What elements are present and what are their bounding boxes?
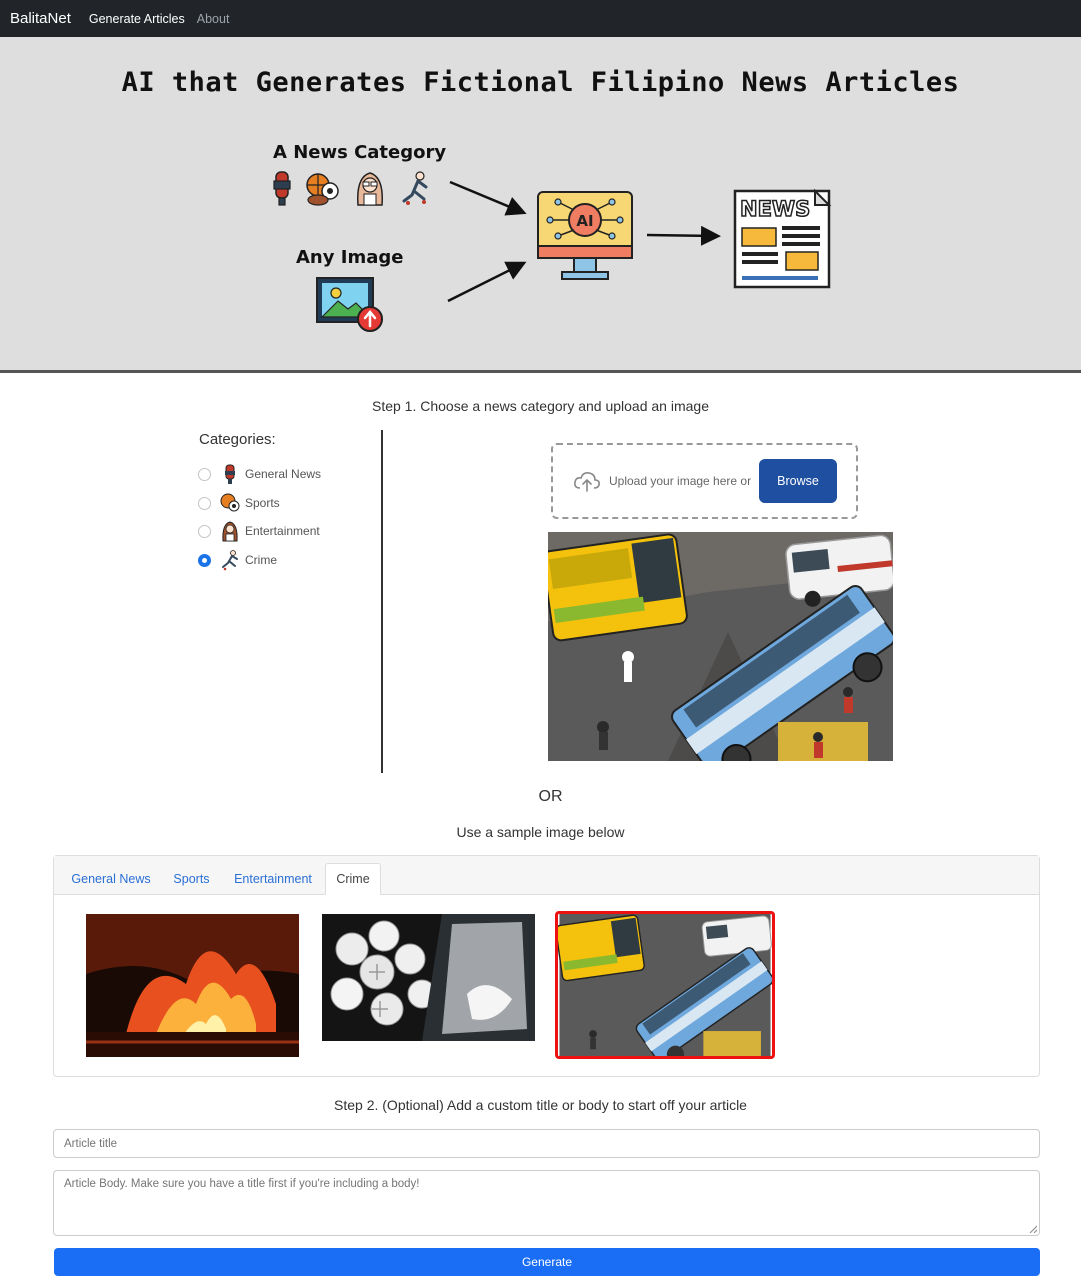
navbar: BalitaNet Generate Articles About [0, 0, 1081, 37]
image-upload-icon [316, 277, 383, 332]
categories-title: Categories: [199, 431, 276, 448]
celebrity-icon [357, 172, 383, 206]
svg-text:NEWS: NEWS [740, 197, 810, 221]
tab-crime[interactable]: Crime [325, 863, 381, 895]
ai-monitor-icon: AI [537, 191, 633, 280]
sample-tabs: General News Sports Entertainment Crime [54, 856, 1039, 895]
vertical-divider [381, 430, 383, 773]
category-label: General News [245, 467, 322, 481]
radio-entertainment[interactable] [198, 524, 211, 538]
image-arrow [447, 261, 527, 303]
upload-dropzone[interactable]: Upload your image here or Browse [551, 443, 858, 519]
sample-images-card: General News Sports Entertainment Crime [53, 855, 1040, 1077]
nav-about[interactable]: About [197, 12, 230, 26]
category-label: Crime [245, 553, 277, 567]
tab-general-news[interactable]: General News [64, 863, 158, 895]
category-label: Sports [245, 496, 280, 510]
svg-text:AI: AI [576, 212, 593, 230]
hero-title: AI that Generates Fictional Filipino New… [121, 67, 960, 98]
radio-sports[interactable] [198, 496, 211, 510]
resize-handle-icon[interactable] [1029, 1225, 1037, 1233]
sample-image-fire[interactable] [86, 914, 299, 1057]
celebrity-icon [222, 521, 238, 542]
sample-image-drugs[interactable] [322, 914, 535, 1041]
hero-image-label: Any Image [296, 247, 404, 268]
category-option-crime[interactable]: Crime [198, 549, 277, 571]
brand-link[interactable]: BalitaNet [10, 10, 71, 27]
output-arrow [646, 225, 721, 246]
article-body-textarea[interactable] [64, 1171, 1039, 1235]
category-option-entertainment[interactable]: Entertainment [198, 520, 320, 542]
tab-sports[interactable]: Sports [164, 863, 219, 895]
nav-generate-articles[interactable]: Generate Articles [89, 12, 185, 26]
newspaper-icon: NEWS [733, 188, 832, 289]
generate-button[interactable]: Generate [54, 1248, 1040, 1276]
cloud-upload-icon [574, 472, 600, 492]
step2-heading: Step 2. (Optional) Add a custom title or… [334, 1097, 747, 1113]
microphone-icon [273, 171, 291, 206]
upload-prompt: Upload your image here or [609, 474, 752, 488]
crime-figure-icon [222, 550, 238, 571]
category-arrow [449, 180, 527, 216]
sports-balls-icon [306, 173, 339, 206]
hero-banner: AI that Generates Fictional Filipino New… [0, 37, 1081, 373]
category-option-sports[interactable]: Sports [198, 492, 280, 514]
uploaded-image-preview [548, 532, 893, 761]
sample-image-bus-accident[interactable] [555, 911, 775, 1059]
crime-figure-icon [402, 171, 428, 205]
hero-category-label: A News Category [273, 142, 447, 163]
browse-button[interactable]: Browse [759, 459, 837, 503]
category-icons [273, 171, 428, 206]
article-title-input[interactable] [53, 1129, 1040, 1158]
tab-entertainment[interactable]: Entertainment [226, 863, 320, 895]
sports-balls-icon [220, 493, 240, 512]
sample-heading: Use a sample image below [456, 824, 625, 840]
category-label: Entertainment [245, 524, 320, 538]
radio-general-news[interactable] [198, 467, 211, 481]
microphone-icon [225, 464, 235, 484]
article-body-textarea-wrapper [53, 1170, 1040, 1236]
or-separator: OR [538, 788, 563, 805]
category-option-general-news[interactable]: General News [198, 463, 321, 485]
step1-heading: Step 1. Choose a news category and uploa… [371, 398, 709, 414]
radio-crime[interactable] [198, 553, 211, 567]
